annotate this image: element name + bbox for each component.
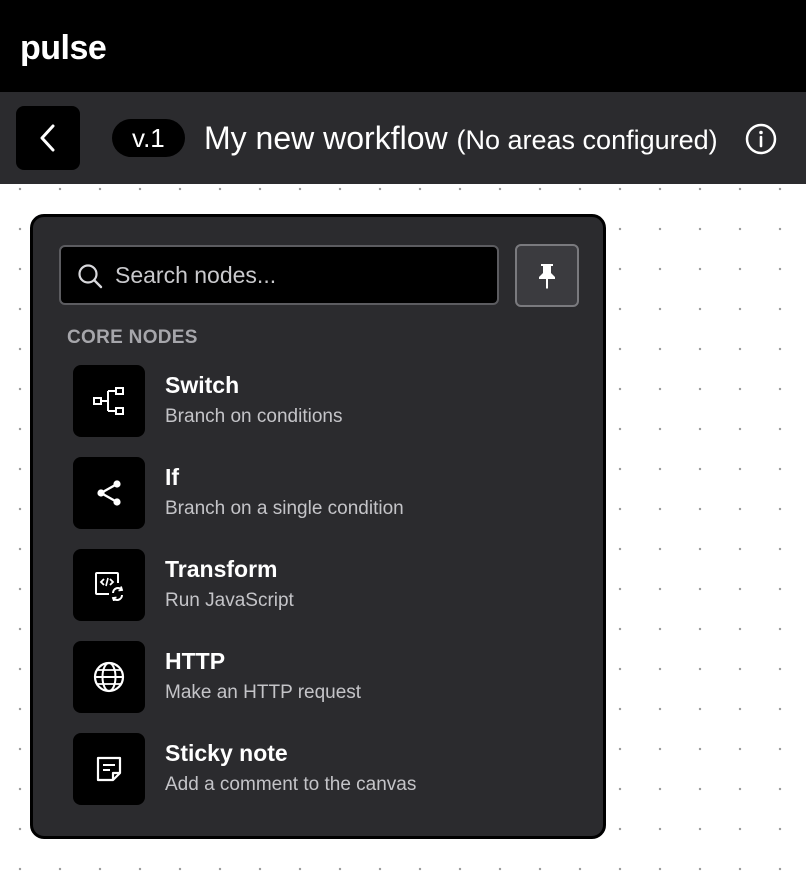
node-search-field[interactable] [59,245,499,305]
node-item-http[interactable]: HTTP Make an HTTP request [73,641,573,715]
node-title: Transform [165,556,278,582]
node-title: HTTP [165,648,226,674]
workflow-header: v.1 My new workflow (No areas configured… [0,92,806,184]
search-icon [78,264,103,289]
app-logo: pulse [20,29,107,67]
sticky-note-icon [73,733,145,805]
globe-icon [73,641,145,713]
node-description: Branch on conditions [165,406,343,427]
node-title: Sticky note [165,740,288,766]
share-branch-icon [73,457,145,529]
workflow-areas-note: (No areas configured) [456,125,718,155]
search-input[interactable] [115,247,491,303]
pin-panel-button[interactable] [515,244,579,307]
node-description: Add a comment to the canvas [165,774,417,795]
workflow-name: My new workflow [204,120,448,156]
node-title: If [165,464,180,490]
pin-icon [539,263,555,289]
version-badge: v.1 [112,119,185,157]
node-title: Switch [165,372,240,398]
node-item-if[interactable]: If Branch on a single condition [73,457,573,531]
node-item-switch[interactable]: Switch Branch on conditions [73,365,573,439]
node-picker-panel: CORE NODES Switch Branch on conditions I… [30,214,606,839]
node-description: Make an HTTP request [165,682,362,703]
workflow-title[interactable]: My new workflow (No areas configured) [204,118,718,160]
node-item-transform[interactable]: Transform Run JavaScript [73,549,573,623]
back-button[interactable] [16,106,80,170]
node-item-sticky-note[interactable]: Sticky note Add a comment to the canvas [73,733,573,807]
node-description: Run JavaScript [165,590,294,611]
top-bar: pulse [0,0,806,92]
code-transform-icon [73,549,145,621]
info-circle-icon[interactable] [744,122,778,156]
section-label-core-nodes: CORE NODES [67,327,198,348]
switch-branch-icon [73,365,145,437]
node-description: Branch on a single condition [165,498,404,519]
chevron-left-icon [40,124,55,152]
